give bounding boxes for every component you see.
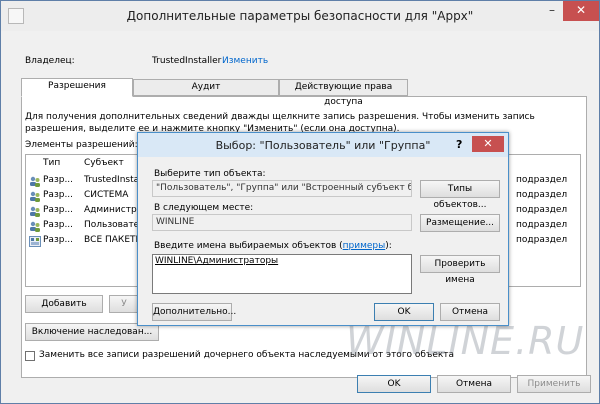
package-icon [29,236,41,247]
object-types-button[interactable]: Типы объектов... [420,180,500,210]
tab-permissions[interactable]: Разрешения [21,78,133,97]
close-button[interactable]: ✕ [563,1,599,21]
row-type: Разр... [43,220,74,230]
user-group-icon [30,221,40,232]
owner-label: Владелец: [25,56,75,66]
ok-button[interactable]: OK [357,375,431,393]
row-applies-to: подраздел [516,205,568,215]
object-names-input[interactable]: WINLINE\Администраторы [152,254,412,294]
user-group-icon [30,191,40,202]
minimize-button[interactable]: – [541,1,563,21]
row-subject: Пользовате [84,220,140,230]
row-type: Разр... [43,205,74,215]
dialog-close-button[interactable]: ✕ [472,136,504,152]
change-owner-link[interactable]: Изменить [222,56,268,66]
location-field: WINLINE [152,214,412,231]
cancel-button[interactable]: Отмена [437,375,511,393]
row-subject: TrustedInstall [84,175,145,185]
owner-value: TrustedInstaller [152,56,222,66]
row-applies-to: подраздел [516,190,568,200]
title-bar[interactable]: Дополнительные параметры безопасности дл… [1,1,599,31]
column-header-type[interactable]: Тип [43,158,60,168]
row-type: Разр... [43,235,74,245]
user-group-icon [30,176,40,187]
apply-button[interactable]: Применить [517,375,591,393]
object-type-label: Выберите тип объекта: [154,169,266,179]
object-type-field: "Пользователь", "Группа" или "Встроенный… [152,180,412,197]
row-subject: ВСЕ ПАКЕТЫ [84,235,144,245]
advanced-button[interactable]: Дополнительно... [152,303,236,321]
dialog-ok-button[interactable]: OK [374,303,434,321]
tab-effective-access[interactable]: Действующие права доступа [279,79,408,107]
row-applies-to: подраздел [516,220,568,230]
row-applies-to: подраздел [516,235,568,245]
dialog-title: Выбор: "Пользователь" или "Группа" [215,139,431,152]
add-button[interactable]: Добавить [25,295,103,313]
row-applies-to: подраздел [516,175,568,185]
location-label: В следующем месте: [154,203,254,213]
object-names-label-suffix: ): [385,241,392,251]
remove-button[interactable]: У [109,295,139,313]
user-group-icon [30,206,40,217]
column-header-subject[interactable]: Субъект [84,158,124,168]
locations-button[interactable]: Размещение... [420,214,500,232]
row-subject: СИСТЕМА [84,190,129,200]
replace-child-permissions-checkbox[interactable] [25,351,35,361]
dialog-cancel-button[interactable]: Отмена [440,303,500,321]
examples-link[interactable]: примеры [343,241,386,251]
row-type: Разр... [43,175,74,185]
permission-entries-label: Элементы разрешений: [25,140,138,150]
dialog-title-bar[interactable]: Выбор: "Пользователь" или "Группа" ? ✕ [138,133,508,157]
tab-audit[interactable]: Аудит [133,79,279,96]
object-names-value: WINLINE\Администраторы [155,256,279,266]
check-names-button[interactable]: Проверить имена [420,255,500,285]
object-names-label: Введите имена выбираемых объектов (приме… [154,241,392,251]
object-names-label-prefix: Введите имена выбираемых объектов ( [154,241,343,251]
window-title: Дополнительные параметры безопасности дл… [126,9,474,23]
select-user-or-group-dialog: Выбор: "Пользователь" или "Группа" ? ✕ В… [137,132,509,326]
row-type: Разр... [43,190,74,200]
help-button[interactable]: ? [456,138,462,151]
